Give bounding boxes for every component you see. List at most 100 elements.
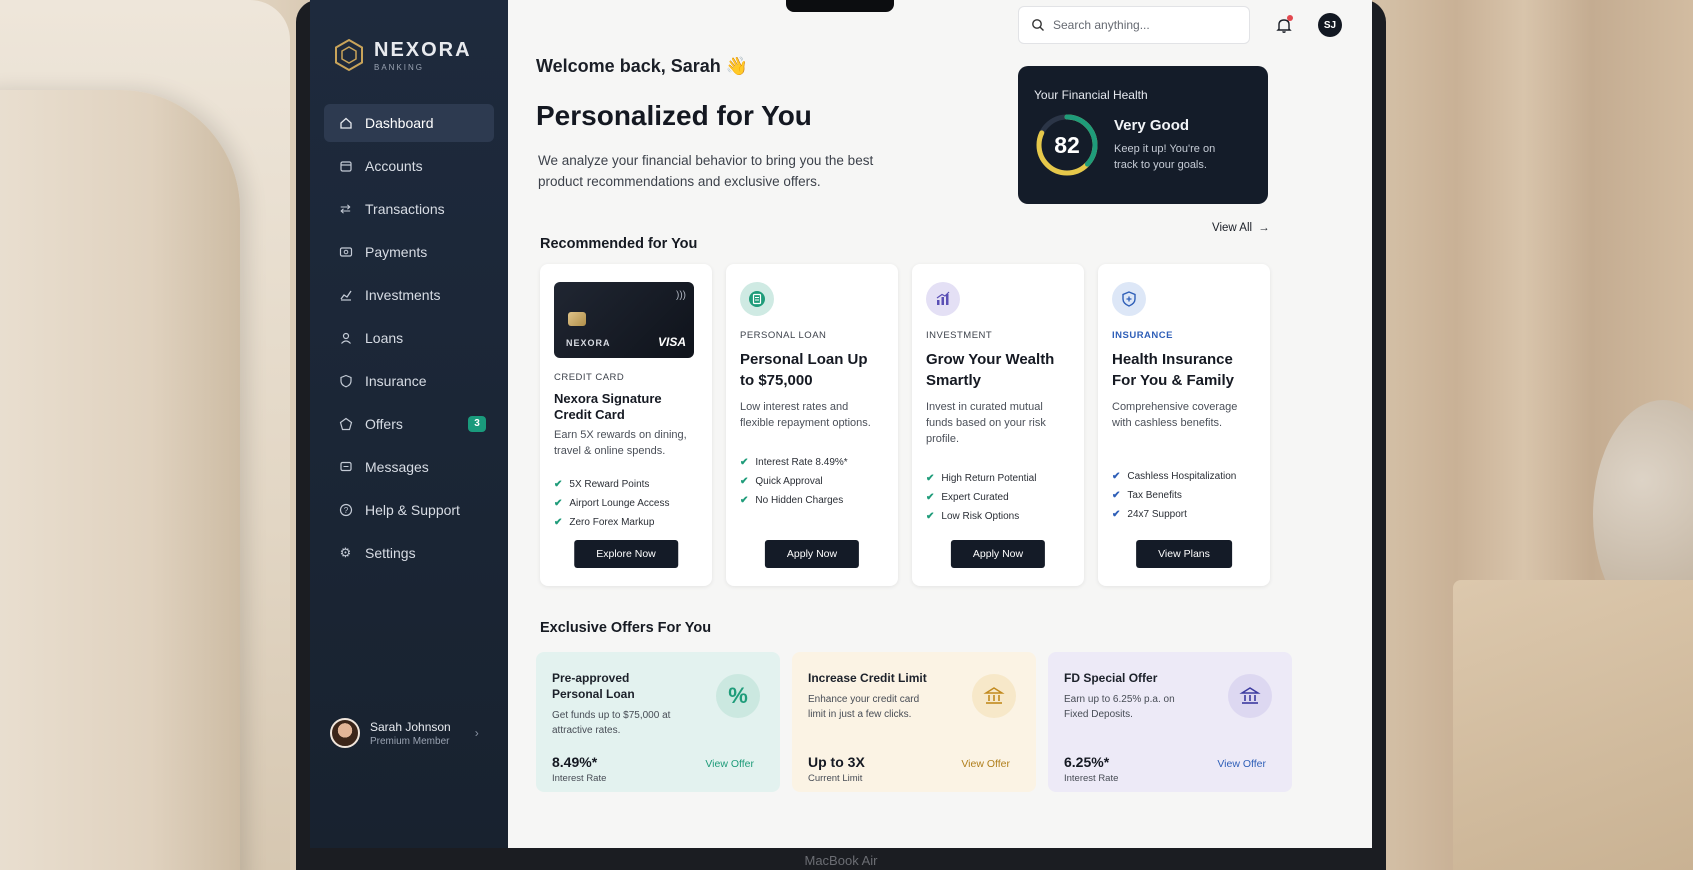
apply-now-button[interactable]: Apply Now: [764, 540, 860, 568]
payment-icon: [338, 245, 353, 260]
feature-list: ✔ High Return Potential ✔ Expert Curated ✔…: [926, 473, 1070, 522]
feature-list: ✔ 5X Reward Points ✔ Airport Lounge Access…: [554, 479, 698, 528]
card-category: INVESTMENT: [926, 330, 993, 341]
home-icon: [338, 116, 353, 131]
offer-card-fd-special[interactable]: FD Special Offer Earn up to 6.25% p.a. o…: [1048, 652, 1292, 792]
feature-label: Interest Rate 8.49%*: [755, 457, 848, 468]
card-title: Personal Loan Up to $75,000: [740, 351, 868, 389]
feature-item: ✔ Quick Approval: [740, 476, 884, 487]
sidebar-item-insurance[interactable]: Insurance: [324, 362, 494, 400]
card-title: Health Insurance For You & Family: [1112, 351, 1234, 389]
sidebar-item-loans[interactable]: Loans: [324, 319, 494, 357]
tag-icon: [338, 417, 353, 432]
insurance-shield-icon: [1112, 282, 1146, 316]
page-title: Personalized for You: [536, 100, 812, 131]
feature-item: ✔ Airport Lounge Access: [554, 498, 698, 509]
financial-health-card[interactable]: Your Financial Health 82 Very Good Keep …: [1018, 66, 1268, 204]
card-brand: NEXORA: [566, 338, 611, 348]
feature-label: Expert Curated: [941, 492, 1009, 503]
sidebar-item-label: Messages: [365, 459, 429, 475]
arrow-right-icon: →: [1258, 222, 1270, 234]
feature-item: ✔ Interest Rate 8.49%*: [740, 457, 884, 468]
offers-heading: Exclusive Offers For You: [540, 620, 712, 636]
check-icon: ✔: [740, 476, 749, 487]
feature-label: Cashless Hospitalization: [1127, 471, 1237, 482]
feature-label: Low Risk Options: [941, 511, 1020, 522]
product-card-insurance[interactable]: INSURANCE Health Insurance For You & Fam…: [1098, 264, 1270, 586]
product-card-credit-card[interactable]: ))) NEXORA VISA CREDIT CARD Nexora Signa…: [540, 264, 712, 586]
offer-value: 8.49%*: [552, 754, 598, 770]
offer-value-label: Current Limit: [808, 773, 863, 784]
offer-card-preapproved-loan[interactable]: Pre-approved Personal Loan Get funds up …: [536, 652, 780, 792]
feature-item: ✔ Low Risk Options: [926, 511, 1070, 522]
contactless-icon: ))): [676, 290, 686, 301]
sidebar-item-settings[interactable]: ⚙ Settings: [324, 534, 494, 572]
sidebar-item-payments[interactable]: Payments: [324, 233, 494, 271]
card-category: INSURANCE: [1112, 330, 1173, 341]
brand[interactable]: NEXORA BANKING: [310, 0, 508, 72]
sidebar-item-transactions[interactable]: ⇄ Transactions: [324, 190, 494, 228]
explore-now-button[interactable]: Explore Now: [574, 540, 678, 568]
sidebar-item-dashboard[interactable]: Dashboard: [324, 104, 494, 142]
main-content: SJ Welcome back, Sarah 👋 Personalized fo…: [508, 0, 1372, 848]
feature-label: Airport Lounge Access: [569, 498, 670, 509]
user-avatar-button[interactable]: SJ: [1318, 13, 1342, 37]
search-input[interactable]: [1053, 18, 1233, 32]
card-description: Invest in curated mutual funds based on …: [926, 401, 1046, 445]
feature-list: ✔ Interest Rate 8.49%* ✔ Quick Approval ✔ N…: [740, 457, 884, 506]
offer-value: 6.25%*: [1064, 754, 1110, 770]
check-icon: ✔: [926, 511, 935, 522]
view-plans-button[interactable]: View Plans: [1136, 540, 1232, 568]
feature-item: ✔ Cashless Hospitalization: [1112, 471, 1256, 482]
view-offer-link[interactable]: View Offer: [1217, 758, 1266, 770]
sidebar-item-messages[interactable]: Messages: [324, 448, 494, 486]
camera-notch: [786, 0, 894, 12]
health-description: Keep it up! You're on track to your goal…: [1114, 143, 1216, 171]
help-icon: ?: [338, 503, 353, 518]
loan-icon: [338, 331, 353, 346]
health-status: Very Good: [1114, 117, 1190, 134]
offer-description: Earn up to 6.25% p.a. on Fixed Deposits.: [1064, 694, 1175, 720]
view-offer-link[interactable]: View Offer: [705, 758, 754, 770]
check-icon: ✔: [926, 492, 935, 503]
health-score: 82: [1054, 131, 1080, 158]
view-all-link[interactable]: View All →: [1212, 222, 1270, 234]
search-box[interactable]: [1018, 6, 1250, 44]
card-description: Earn 5X rewards on dining, travel & onli…: [554, 429, 687, 457]
loan-document-icon: [740, 282, 774, 316]
feature-item: ✔ No Hidden Charges: [740, 495, 884, 506]
offer-card-credit-limit[interactable]: Increase Credit Limit Enhance your credi…: [792, 652, 1036, 792]
sidebar-item-label: Settings: [365, 545, 416, 561]
product-card-personal-loan[interactable]: PERSONAL LOAN Personal Loan Up to $75,00…: [726, 264, 898, 586]
sofa-arm: [0, 90, 240, 870]
feature-item: ✔ Zero Forex Markup: [554, 517, 698, 528]
sidebar-item-accounts[interactable]: Accounts: [324, 147, 494, 185]
feature-label: Zero Forex Markup: [569, 517, 655, 528]
card-category: CREDIT CARD: [554, 372, 625, 383]
check-icon: ✔: [926, 473, 935, 484]
offer-value-label: Interest Rate: [552, 773, 607, 784]
apply-now-button[interactable]: Apply Now: [950, 540, 1046, 568]
laptop: MacBook Air NEXORA BANKING Dashboard Acc…: [296, 0, 1386, 870]
product-card-investment[interactable]: INVESTMENT Grow Your Wealth Smartly Inve…: [912, 264, 1084, 586]
check-icon: ✔: [554, 498, 563, 509]
card-category: PERSONAL LOAN: [740, 330, 827, 341]
check-icon: ✔: [740, 457, 749, 468]
offer-description: Get funds up to $75,000 at attractive ra…: [552, 710, 671, 736]
credit-card-image: ))) NEXORA VISA: [554, 282, 694, 358]
feature-list: ✔ Cashless Hospitalization ✔ Tax Benefits …: [1112, 471, 1256, 520]
offer-value-label: Interest Rate: [1064, 773, 1119, 784]
hexagon-logo-icon: [335, 38, 363, 72]
notifications-button[interactable]: [1274, 15, 1294, 35]
feature-item: ✔ Tax Benefits: [1112, 490, 1256, 501]
user-profile[interactable]: Sarah Johnson Premium Member ›: [330, 718, 479, 748]
message-icon: [338, 460, 353, 475]
avatar: [330, 718, 360, 748]
side-table: [1453, 580, 1693, 870]
view-offer-link[interactable]: View Offer: [961, 758, 1010, 770]
sidebar-item-investments[interactable]: Investments: [324, 276, 494, 314]
sidebar-item-help[interactable]: ? Help & Support: [324, 491, 494, 529]
sidebar-item-offers[interactable]: Offers 3: [324, 405, 494, 443]
visa-logo: VISA: [657, 335, 686, 349]
offer-description: Enhance your credit card limit in just a…: [808, 694, 920, 720]
